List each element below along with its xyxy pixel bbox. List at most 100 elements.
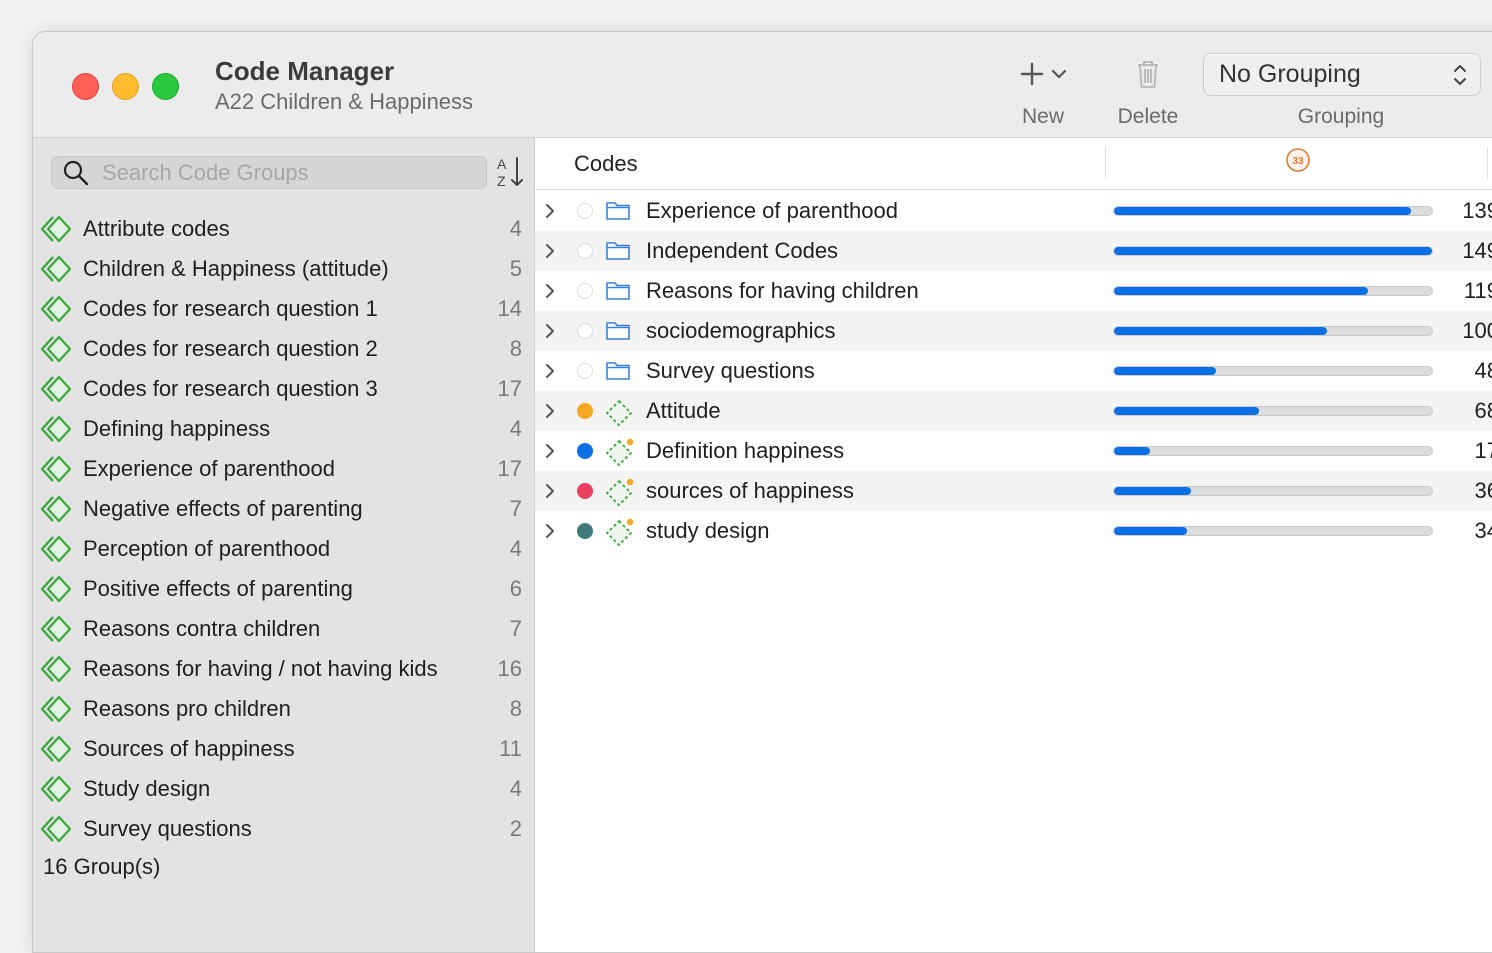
code-group-item[interactable]: Negative effects of parenting 7: [33, 489, 534, 529]
frequency-bar: [1113, 206, 1433, 216]
new-button[interactable]: New: [1003, 57, 1083, 132]
delete-button[interactable]: Delete: [1103, 57, 1193, 132]
code-group-item[interactable]: Reasons for having / not having kids 16: [33, 649, 534, 689]
grouping-select[interactable]: No Grouping: [1203, 53, 1481, 96]
sort-az-button[interactable]: A Z: [495, 154, 525, 190]
close-window-button[interactable]: [72, 73, 99, 100]
zoom-window-button[interactable]: [152, 73, 179, 100]
code-row[interactable]: Definition happiness 17: [535, 431, 1492, 471]
column-separator[interactable]: [1105, 147, 1106, 179]
code-group-icon: [40, 375, 72, 408]
code-group-icon: [40, 815, 72, 848]
color-dot[interactable]: [577, 283, 593, 299]
color-dot[interactable]: [577, 203, 593, 219]
code-group-item[interactable]: Study design 4: [33, 769, 534, 809]
color-dot[interactable]: [577, 523, 593, 539]
code-row[interactable]: Reasons for having children 119: [535, 271, 1492, 311]
code-group-item[interactable]: Codes for research question 2 8: [33, 329, 534, 369]
search-input[interactable]: [102, 157, 472, 188]
code-group-name: Defining happiness: [83, 416, 271, 441]
code-group-icon: [40, 335, 72, 368]
code-name: study design: [646, 518, 770, 543]
code-group-icon: [40, 575, 72, 608]
color-dot[interactable]: [577, 483, 593, 499]
code-row[interactable]: Survey questions 48: [535, 351, 1492, 391]
frequency-bar-fill: [1114, 287, 1368, 295]
code-icon: [605, 478, 635, 513]
code-name: sources of happiness: [646, 478, 854, 503]
grouping-label: Grouping: [1297, 105, 1385, 128]
code-name: Experience of parenthood: [646, 198, 898, 223]
table-header: Codes 33: [535, 138, 1492, 190]
code-group-item[interactable]: Experience of parenthood 17: [33, 449, 534, 489]
code-group-count: 16: [497, 656, 522, 681]
code-group-item[interactable]: Codes for research question 3 17: [33, 369, 534, 409]
code-group-item[interactable]: Positive effects of parenting 6: [33, 569, 534, 609]
chevron-right-icon[interactable]: [543, 322, 557, 345]
code-groups-sidebar: A Z Attribute codes 4 Children & Happiness…: [33, 138, 535, 952]
code-group-count: 4: [509, 416, 522, 441]
code-group-item[interactable]: Children & Happiness (attitude) 5: [33, 249, 534, 289]
code-row[interactable]: sources of happiness 36: [535, 471, 1492, 511]
chevron-right-icon[interactable]: [543, 202, 557, 225]
frequency-bar: [1113, 526, 1433, 536]
code-group-icon: [40, 455, 72, 488]
window-title: Code Manager: [215, 56, 395, 86]
minimize-window-button[interactable]: [112, 73, 139, 100]
quotation-icon[interactable]: 33: [1285, 147, 1311, 178]
code-row[interactable]: Experience of parenthood 139: [535, 191, 1492, 231]
folder-icon: [605, 278, 631, 307]
code-group-count: 4: [509, 776, 522, 801]
code-group-count: 4: [509, 536, 522, 561]
code-row[interactable]: sociodemographics 100: [535, 311, 1492, 351]
code-group-icon: [40, 695, 72, 728]
chevron-right-icon[interactable]: [543, 242, 557, 265]
code-group-item[interactable]: Reasons pro children 8: [33, 689, 534, 729]
code-group-item[interactable]: Perception of parenthood 4: [33, 529, 534, 569]
chevron-right-icon[interactable]: [543, 402, 557, 425]
code-group-item[interactable]: Defining happiness 4: [33, 409, 534, 449]
code-group-item[interactable]: Reasons contra children 7: [33, 609, 534, 649]
chevron-right-icon[interactable]: [543, 282, 557, 305]
code-group-icon: [40, 655, 72, 688]
code-group-name: Survey questions: [83, 816, 252, 841]
color-dot[interactable]: [577, 363, 593, 379]
group-count-label: 16 Group(s): [43, 854, 161, 879]
code-group-icon: [40, 415, 72, 448]
color-dot[interactable]: [577, 443, 593, 459]
codes-column-header[interactable]: Codes: [574, 151, 638, 177]
code-group-item[interactable]: Codes for research question 1 14: [33, 289, 534, 329]
code-group-item[interactable]: Survey questions 2: [33, 809, 534, 849]
chevron-right-icon[interactable]: [543, 522, 557, 545]
code-group-icon: [40, 215, 72, 248]
color-dot[interactable]: [577, 403, 593, 419]
code-group-icon: [40, 735, 72, 768]
frequency-value: 48: [1474, 358, 1492, 383]
plus-icon: [1019, 61, 1045, 92]
frequency-value: 149: [1462, 238, 1492, 263]
frequency-bar-fill: [1114, 247, 1432, 255]
chevron-right-icon[interactable]: [543, 482, 557, 505]
code-group-name: Codes for research question 2: [83, 336, 378, 361]
color-dot[interactable]: [577, 243, 593, 259]
code-group-name: Positive effects of parenting: [83, 576, 353, 601]
frequency-bar-fill: [1114, 327, 1328, 335]
code-group-name: Codes for research question 1: [83, 296, 378, 321]
search-icon: [62, 159, 90, 192]
code-row[interactable]: Attitude 68: [535, 391, 1492, 431]
titlebar: Code Manager A22 Children & Happiness Ne…: [33, 32, 1492, 138]
frequency-bar: [1113, 286, 1433, 296]
code-group-name: Negative effects of parenting: [83, 496, 363, 521]
code-group-icon: [40, 615, 72, 648]
search-field[interactable]: [51, 156, 487, 189]
code-row[interactable]: Independent Codes 149: [535, 231, 1492, 271]
code-group-item[interactable]: Sources of happiness 11: [33, 729, 534, 769]
chevron-down-icon[interactable]: [1051, 67, 1067, 85]
folder-icon: [605, 318, 631, 347]
color-dot[interactable]: [577, 323, 593, 339]
chevron-right-icon[interactable]: [543, 362, 557, 385]
column-separator[interactable]: [1487, 147, 1488, 179]
code-group-item[interactable]: Attribute codes 4: [33, 209, 534, 249]
chevron-right-icon[interactable]: [543, 442, 557, 465]
code-row[interactable]: study design 34: [535, 511, 1492, 551]
